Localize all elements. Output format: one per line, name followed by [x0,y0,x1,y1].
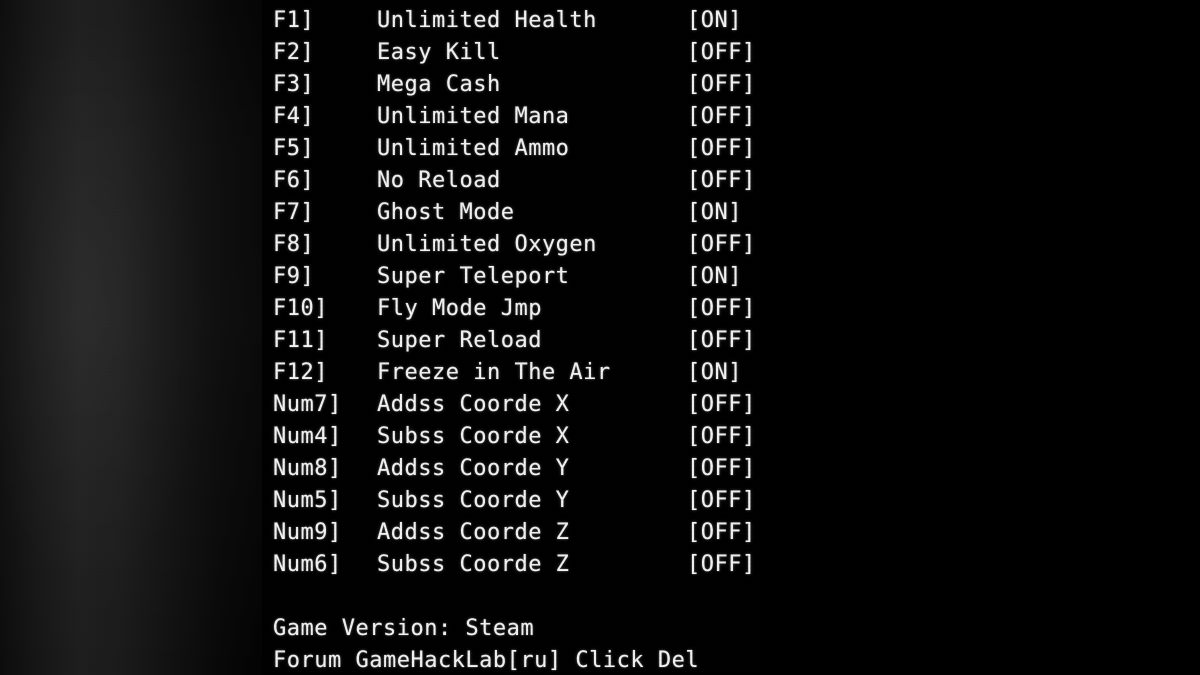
cheat-state-badge[interactable]: [OFF] [687,101,756,133]
cheat-row[interactable]: F6] No Reload [OFF] [0,165,1200,197]
cheat-state-badge[interactable]: [OFF] [687,37,756,69]
cheat-state-badge[interactable]: [OFF] [687,229,756,261]
cheat-hotkey: F4] [273,104,315,129]
cheat-state-badge[interactable]: [ON] [687,357,742,389]
cheat-hotkey: F3] [273,72,315,97]
cheat-row[interactable]: Num5] Subss Coorde Y [OFF] [0,485,1200,517]
cheat-label: Super Teleport [377,264,570,289]
cheat-hotkey: F1] [273,8,315,33]
cheat-hotkey: F9] [273,264,315,289]
cheat-label: No Reload [377,168,501,193]
cheat-hotkey: Num7] [273,392,342,417]
cheat-row[interactable]: F9] Super Teleport [ON] [0,261,1200,293]
cheat-state-badge[interactable]: [OFF] [687,421,756,453]
cheat-row[interactable]: Num9] Addss Coorde Z [OFF] [0,517,1200,549]
cheat-label: Subss Coorde Z [377,552,570,577]
cheat-label: Unlimited Health [377,8,597,33]
cheat-label: Subss Coorde X [377,424,570,449]
cheat-hotkey: F6] [273,168,315,193]
cheat-hotkey: Num9] [273,520,342,545]
cheat-hotkey: F12] [273,360,328,385]
cheat-state-badge[interactable]: [OFF] [687,165,756,197]
cheat-label: Subss Coorde Y [377,488,570,513]
cheat-label: Super Reload [377,328,542,353]
cheat-row[interactable]: F1] Unlimited Health [ON] [0,5,1200,37]
cheat-state-badge[interactable]: [OFF] [687,389,756,421]
cheat-state-badge[interactable]: [OFF] [687,293,756,325]
cheat-state-badge[interactable]: [OFF] [687,325,756,357]
cheat-row[interactable]: F5] Unlimited Ammo [OFF] [0,133,1200,165]
forum-credit-line: Forum GameHackLab[ru] Click Del [273,648,700,673]
cheat-row[interactable]: Num8] Addss Coorde Y [OFF] [0,453,1200,485]
cheat-list: F1] Unlimited Health [ON] F2] Easy Kill [OFF]… [0,0,1200,675]
cheat-label: Unlimited Ammo [377,136,570,161]
cheat-state-badge[interactable]: [ON] [687,197,742,229]
cheat-hotkey: F7] [273,200,315,225]
cheat-hotkey: Num8] [273,456,342,481]
cheat-hotkey: Num6] [273,552,342,577]
cheat-label: Addss Coorde Y [377,456,570,481]
cheat-label: Addss Coorde X [377,392,570,417]
cheat-state-badge[interactable]: [OFF] [687,549,756,581]
cheat-hotkey: F10] [273,296,328,321]
cheat-state-badge[interactable]: [OFF] [687,133,756,165]
cheat-state-badge[interactable]: [OFF] [687,453,756,485]
cheat-row[interactable]: F8] Unlimited Oxygen [OFF] [0,229,1200,261]
cheat-state-badge[interactable]: [OFF] [687,517,756,549]
cheat-row[interactable]: F4] Unlimited Mana [OFF] [0,101,1200,133]
cheat-row[interactable]: F12] Freeze in The Air [ON] [0,357,1200,389]
cheat-label: Freeze in The Air [377,360,611,385]
cheat-hotkey: Num4] [273,424,342,449]
cheat-row[interactable]: F11] Super Reload [OFF] [0,325,1200,357]
cheat-label: Ghost Mode [377,200,515,225]
cheat-label: Unlimited Oxygen [377,232,597,257]
cheat-label: Addss Coorde Z [377,520,570,545]
cheat-label: Mega Cash [377,72,501,97]
cheat-hotkey: F2] [273,40,315,65]
cheat-label: Unlimited Mana [377,104,570,129]
trainer-overlay-screen: F1] Unlimited Health [ON] F2] Easy Kill [OFF]… [0,0,1200,675]
cheat-row[interactable]: F7] Ghost Mode [ON] [0,197,1200,229]
cheat-state-badge[interactable]: [OFF] [687,485,756,517]
cheat-hotkey: F8] [273,232,315,257]
cheat-row[interactable]: Num4] Subss Coorde X [OFF] [0,421,1200,453]
cheat-hotkey: F5] [273,136,315,161]
cheat-row[interactable]: Num7] Addss Coorde X [OFF] [0,389,1200,421]
cheat-row[interactable]: F2] Easy Kill [OFF] [0,37,1200,69]
cheat-label: Easy Kill [377,40,501,65]
cheat-row[interactable]: Num6] Subss Coorde Z [OFF] [0,549,1200,581]
cheat-label: Fly Mode Jmp [377,296,542,321]
cheat-hotkey: F11] [273,328,328,353]
cheat-state-badge[interactable]: [ON] [687,261,742,293]
cheat-row[interactable]: F3] Mega Cash [OFF] [0,69,1200,101]
cheat-state-badge[interactable]: [OFF] [687,69,756,101]
game-version-line: Game Version: Steam [273,616,535,641]
cheat-state-badge[interactable]: [ON] [687,5,742,37]
cheat-row[interactable]: F10] Fly Mode Jmp [OFF] [0,293,1200,325]
cheat-hotkey: Num5] [273,488,342,513]
